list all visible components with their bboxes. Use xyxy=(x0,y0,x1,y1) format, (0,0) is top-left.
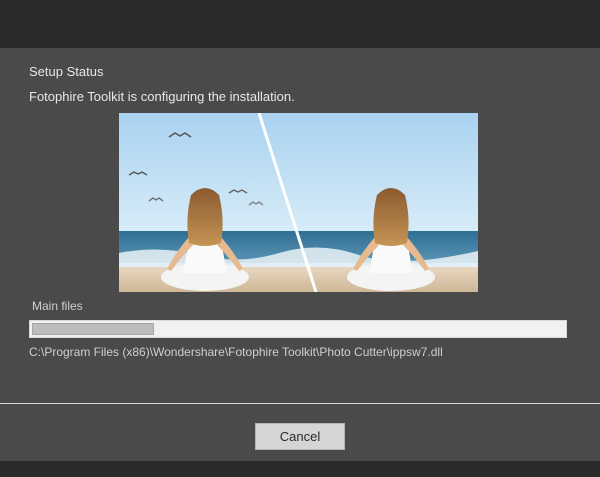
progress-bar-fill xyxy=(32,323,154,335)
setup-status-heading: Setup Status xyxy=(29,64,104,79)
product-preview-image xyxy=(119,113,478,292)
footer-divider xyxy=(0,403,600,404)
preview-illustration xyxy=(119,113,478,292)
progress-label: Main files xyxy=(32,299,83,313)
setup-status-message: Fotophire Toolkit is configuring the ins… xyxy=(29,89,295,104)
current-file-path: C:\Program Files (x86)\Wondershare\Fotop… xyxy=(29,345,443,359)
top-band xyxy=(0,0,600,48)
cancel-button[interactable]: Cancel xyxy=(255,423,345,450)
progress-bar xyxy=(29,320,567,338)
bottom-band xyxy=(0,461,600,477)
